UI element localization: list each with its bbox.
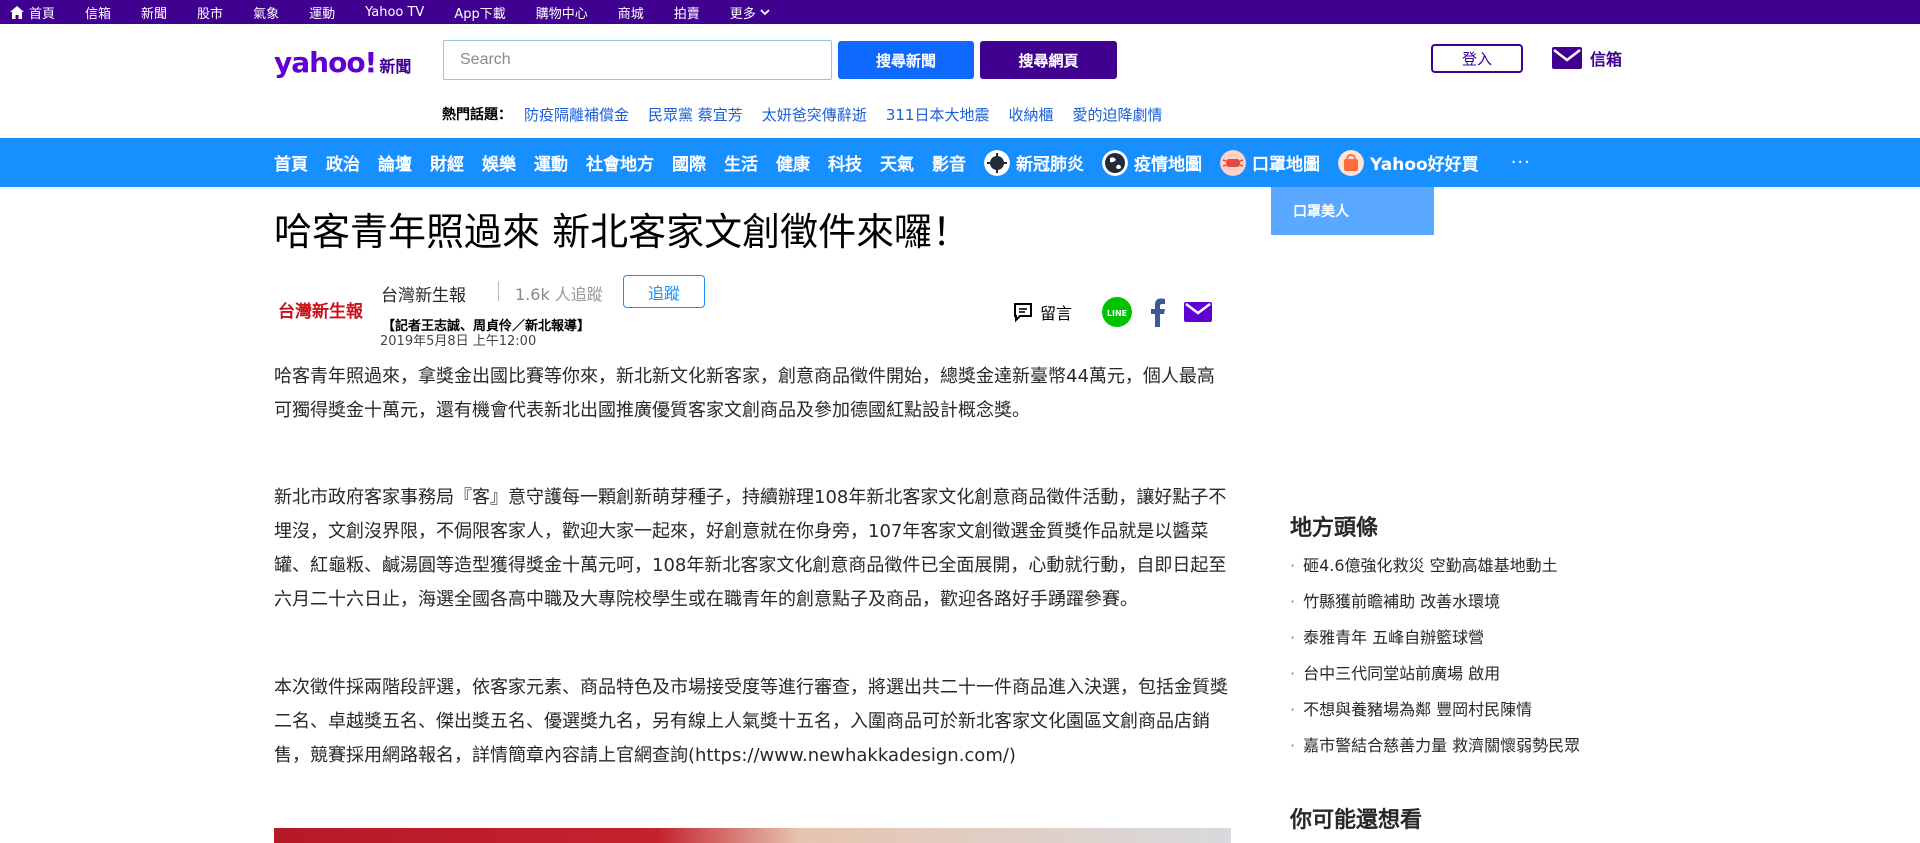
top-utility-bar: 首頁 信箱 新聞 股市 氣象 運動 Yahoo TV App下載 購物中心 商城… (0, 0, 1920, 24)
nav-item-tech[interactable]: 科技 (828, 150, 862, 175)
topbar-more-label: 更多 (729, 6, 756, 22)
nav-item-epidemic-map[interactable]: 疫情地圖 (1102, 149, 1202, 176)
mail-icon (1552, 47, 1582, 69)
divider (498, 281, 499, 301)
article-paragraph: 哈客青年照過來，拿獎金出國比賽等你來，新北新文化新客家，創意商品徵件開始，總獎金… (274, 366, 1215, 421)
topbar-home[interactable]: 首頁 (10, 3, 55, 22)
hot-topic-link[interactable]: 太妍爸突傳辭逝 (762, 104, 867, 125)
topbar-stock[interactable]: 股市 (197, 3, 223, 22)
nav-dropdown-item[interactable]: 口罩美人 (1271, 187, 1434, 235)
facebook-share-icon[interactable] (1150, 297, 1166, 327)
local-headline-item[interactable]: 泰雅青年 五峰自辦籃球營 (1290, 624, 1580, 660)
mask-map-icon (1220, 149, 1246, 176)
follower-suffix: 人追蹤 (549, 285, 603, 304)
topbar-mail[interactable]: 信箱 (85, 3, 111, 22)
topbar-mall[interactable]: 商城 (618, 3, 644, 22)
topbar-weather[interactable]: 氣象 (253, 3, 279, 22)
follow-button[interactable]: 追蹤 (623, 275, 705, 308)
article-title: 哈客青年照過來 新北客家文創徵件來囉！ (274, 210, 971, 254)
comment-icon (1014, 303, 1032, 323)
nav-item-society[interactable]: 社會地方 (586, 150, 654, 175)
you-may-also-like-title: 你可能還想看 (1290, 808, 1423, 833)
nav-item-sports[interactable]: 運動 (534, 150, 568, 175)
local-headline-item[interactable]: 嘉市警結合慈善力量 救濟關懷弱勢民眾 (1290, 732, 1580, 768)
local-headline-item[interactable]: 竹縣獲前瞻補助 改善水環境 (1290, 588, 1580, 624)
provider-name[interactable]: 台灣新生報 (381, 281, 466, 306)
nav-item-covid-label: 新冠肺炎 (1016, 155, 1084, 175)
virus-icon (984, 149, 1010, 176)
logo-sub: 新聞 (379, 57, 412, 76)
follower-count: 1.6k 人追蹤 (515, 281, 603, 305)
hot-topic-link[interactable]: 311日本大地震 (886, 104, 990, 125)
nav-item-epidemic-map-label: 疫情地圖 (1134, 155, 1202, 175)
globe-icon (1102, 149, 1128, 176)
search-web-button[interactable]: 搜尋網頁 (980, 41, 1117, 79)
local-headline-item[interactable]: 砸4.6億強化救災 空勤高雄基地動土 (1290, 552, 1580, 588)
nav-item-forum[interactable]: 論壇 (378, 150, 412, 175)
local-headline-item[interactable]: 台中三代同堂站前廣場 啟用 (1290, 660, 1580, 696)
provider-logo[interactable]: 台灣新生報 (278, 296, 368, 324)
hot-topics-label: 熱門話題： (442, 107, 512, 123)
nav-item-covid[interactable]: 新冠肺炎 (984, 149, 1084, 176)
share-bar: 留言 LINE (1012, 297, 1230, 327)
article-paragraph: 新北市政府客家事務局『客』意守護每一顆創新萌芽種子，持續辦理108年新北客家文化… (274, 487, 1227, 610)
nav-item-yahoo-shopping-label: Yahoo好好買 (1370, 155, 1479, 175)
provider-logo-text: 台灣新生報 (278, 301, 364, 322)
hot-topic-link[interactable]: 防疫隔離補償金 (524, 104, 629, 125)
login-button[interactable]: 登入 (1431, 44, 1523, 73)
nav-item-video[interactable]: 影音 (932, 150, 966, 175)
follower-number: 1.6k (515, 285, 550, 304)
local-headlines-title: 地方頭條 (1290, 516, 1379, 541)
nav-item-yahoo-shopping[interactable]: Yahoo好好買 (1338, 149, 1479, 176)
topbar-auction[interactable]: 拍賣 (674, 3, 700, 22)
hot-topics: 熱門話題： 防疫隔離補償金 民眾黨 蔡宜芳 太妍爸突傳辭逝 311日本大地震 收… (442, 104, 1181, 125)
article-paragraph: 本次徵件採兩階段評選，依客家元素、商品特色及市場接受度等進行審查，將選出共二十一… (274, 677, 1228, 766)
article-image[interactable] (274, 828, 1231, 843)
logo-brand: yahoo! (274, 46, 377, 79)
hot-topic-link[interactable]: 愛的迫降劇情 (1072, 104, 1162, 125)
nav-item-entertainment[interactable]: 娛樂 (482, 150, 516, 175)
topbar-yahoo-tv[interactable]: Yahoo TV (365, 5, 424, 20)
topbar-home-label: 首頁 (29, 6, 56, 22)
search-input[interactable] (443, 40, 832, 80)
nav-item-mask-map-label: 口罩地圖 (1252, 155, 1320, 175)
topbar-sports[interactable]: 運動 (309, 3, 335, 22)
home-icon (10, 5, 24, 19)
nav-item-mask-map[interactable]: 口罩地圖 (1220, 149, 1320, 176)
mail-label: 信箱 (1590, 50, 1623, 69)
article-date: 2019年5月8日 上午12:00 (380, 334, 537, 349)
comment-button[interactable]: 留言 (1012, 300, 1072, 324)
hot-topic-link[interactable]: 民眾黨 蔡宜芳 (648, 104, 743, 125)
yahoo-news-logo[interactable]: yahoo! 新聞 (274, 46, 411, 79)
local-headline-item[interactable]: 不想與養豬場為鄰 豐岡村民陳情 (1290, 696, 1580, 732)
nav-more-button[interactable]: ··· (1511, 152, 1531, 173)
mail-link[interactable]: 信箱 (1552, 46, 1622, 70)
topbar-more[interactable]: 更多 (730, 3, 770, 22)
category-nav: 首頁 政治 論壇 財經 娛樂 運動 社會地方 國際 生活 健康 科技 天氣 影音… (0, 138, 1920, 187)
nav-item-health[interactable]: 健康 (776, 150, 810, 175)
nav-item-international[interactable]: 國際 (672, 150, 706, 175)
mail-share-icon[interactable] (1184, 301, 1213, 323)
svg-text:LINE: LINE (1107, 309, 1127, 318)
local-headlines-list: 砸4.6億強化救災 空勤高雄基地動土 竹縣獲前瞻補助 改善水環境 泰雅青年 五峰… (1290, 552, 1580, 768)
line-share-icon[interactable]: LINE (1102, 297, 1133, 327)
nav-item-home[interactable]: 首頁 (274, 150, 308, 175)
topbar-shopping[interactable]: 購物中心 (536, 3, 588, 22)
nav-item-life[interactable]: 生活 (724, 150, 758, 175)
topbar-news[interactable]: 新聞 (141, 3, 167, 22)
site-header: yahoo! 新聞 搜尋新聞 搜尋網頁 登入 信箱 熱門話題： 防疫隔離補償金 … (0, 24, 1920, 138)
comment-label: 留言 (1040, 304, 1073, 323)
hot-topic-link[interactable]: 收納櫃 (1008, 104, 1053, 125)
nav-item-finance[interactable]: 財經 (430, 150, 464, 175)
nav-item-politics[interactable]: 政治 (326, 150, 360, 175)
shopping-bag-icon (1338, 149, 1364, 176)
topbar-app-download[interactable]: App下載 (454, 3, 505, 22)
chevron-down-icon (760, 9, 770, 16)
search-news-button[interactable]: 搜尋新聞 (838, 41, 974, 79)
nav-item-weather[interactable]: 天氣 (880, 150, 914, 175)
